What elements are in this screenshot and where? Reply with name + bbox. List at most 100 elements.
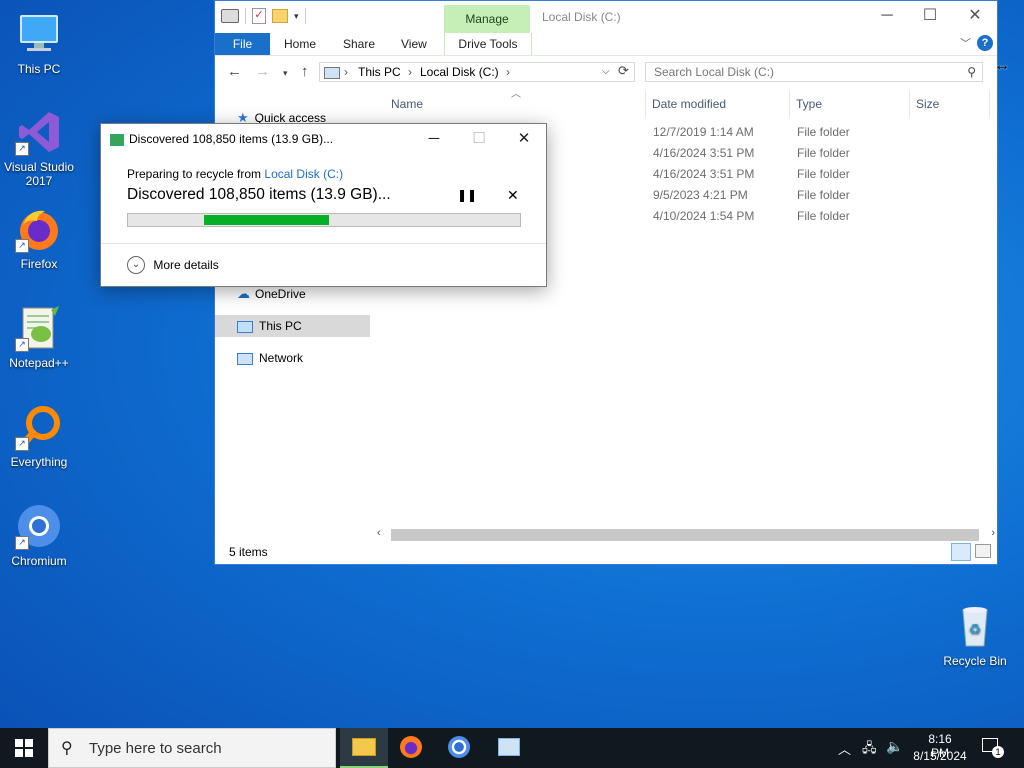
quick-access-toolbar: ✓ ▾ <box>221 8 306 24</box>
this-pc-small-icon <box>324 67 340 79</box>
desktop-icon-everything[interactable]: ↗ Everything <box>1 403 77 469</box>
row-date: 9/5/2023 4:21 PM <box>653 188 748 202</box>
taskbar-chromium[interactable] <box>436 728 484 768</box>
desktop-icon-recycle-bin[interactable]: ♻ Recycle Bin <box>937 602 1013 668</box>
large-icons-view-icon[interactable] <box>975 544 991 558</box>
new-folder-icon[interactable] <box>272 9 288 23</box>
tab-share[interactable]: Share <box>343 33 375 55</box>
details-view-icon[interactable] <box>951 543 971 561</box>
network-status-icon[interactable]: 🖧 <box>862 739 877 761</box>
row-type: File folder <box>797 125 850 139</box>
chevron-down-circle-icon: ⌄ <box>127 256 145 274</box>
tab-view[interactable]: View <box>401 33 427 55</box>
address-history-chevron-icon[interactable]: ⌵ <box>602 63 610 81</box>
taskbar-control-panel[interactable] <box>484 728 532 768</box>
row-type: File folder <box>797 209 850 223</box>
clock-date[interactable]: 8/15/2024 <box>912 749 968 763</box>
pause-button[interactable]: ❚❚ <box>457 188 477 202</box>
column-divider[interactable] <box>789 91 790 117</box>
cloud-icon: ☁ <box>237 286 250 301</box>
shortcut-arrow-icon: ↗ <box>15 239 29 253</box>
everything-search-icon: ↗ <box>15 403 63 451</box>
progress-fill <box>204 215 329 225</box>
source-link[interactable]: Local Disk (C:) <box>264 167 343 181</box>
maximize-button[interactable]: ☐ <box>907 1 953 31</box>
start-button[interactable] <box>0 728 48 768</box>
notepad-plus-plus-icon: ↗ <box>15 304 63 352</box>
address-bar[interactable]: › This PC › Local Disk (C:) › ⌵ ⟳ <box>319 62 635 82</box>
taskbar-search-box[interactable]: ⚲ Type here to search <box>48 728 336 768</box>
taskbar-file-explorer[interactable] <box>340 728 388 768</box>
desktop-icon-label: Recycle Bin <box>943 654 1007 668</box>
separator <box>304 8 306 24</box>
recycle-progress-dialog[interactable]: Discovered 108,850 items (13.9 GB)... ─ … <box>100 123 547 287</box>
scroll-left-arrow-icon[interactable]: ‹ <box>377 527 381 539</box>
resize-cursor-icon: ↔ <box>994 57 1010 74</box>
column-divider[interactable] <box>909 91 910 117</box>
breadcrumb-separator-icon: › <box>344 65 348 79</box>
column-divider[interactable] <box>989 91 990 117</box>
nav-item-this-pc[interactable]: This PC <box>215 315 370 337</box>
cancel-button[interactable]: ✕ <box>507 187 519 204</box>
windows-logo-icon <box>15 739 33 757</box>
desktop-icon-visual-studio[interactable]: ↗ Visual Studio 2017 <box>1 108 77 188</box>
forward-arrow-icon[interactable]: → <box>255 63 270 80</box>
help-icon[interactable]: ? <box>977 35 993 51</box>
scroll-right-arrow-icon[interactable]: › <box>991 527 995 539</box>
taskbar-firefox[interactable] <box>388 728 436 768</box>
desktop-icon-label: Firefox <box>20 257 58 271</box>
breadcrumb-separator-icon: › <box>408 65 412 79</box>
properties-check-icon[interactable]: ✓ <box>252 8 266 24</box>
row-type: File folder <box>797 188 850 202</box>
volume-muted-icon[interactable]: 🔈 <box>886 738 903 755</box>
dialog-minimize-button[interactable]: ─ <box>412 126 456 152</box>
column-header-name[interactable]: Name <box>391 97 423 111</box>
desktop-icon-label: Everything <box>10 455 68 469</box>
show-hidden-icons-chevron-icon[interactable]: ︿ <box>838 739 851 758</box>
customize-quick-access-icon[interactable]: ▾ <box>294 11 299 22</box>
tab-home[interactable]: Home <box>284 33 316 55</box>
preparing-text: Preparing to recycle from <box>127 167 265 181</box>
refresh-icon[interactable]: ⟳ <box>618 62 629 80</box>
tab-drive-tools[interactable]: Drive Tools <box>444 33 532 55</box>
column-header-size[interactable]: Size <box>916 97 939 111</box>
control-panel-icon <box>498 738 520 756</box>
manage-contextual-tab[interactable]: Manage <box>444 5 530 33</box>
title-bar[interactable]: ✓ ▾ Manage Local Disk (C:) ─ ☐ ✕ <box>215 1 997 33</box>
expand-ribbon-chevron-icon[interactable]: ﹀ <box>960 35 971 51</box>
action-center-button[interactable]: 1 <box>980 736 1004 760</box>
desktop-icon-notepad-plus-plus[interactable]: ↗ Notepad++ <box>1 304 77 370</box>
notification-count-badge: 1 <box>992 746 1004 758</box>
back-arrow-icon[interactable]: ← <box>227 63 242 80</box>
nav-item-network[interactable]: Network <box>237 347 303 369</box>
breadcrumb-this-pc[interactable]: This PC <box>358 63 401 81</box>
desktop-icon-this-pc[interactable]: This PC <box>1 10 77 76</box>
recent-locations-chevron-icon[interactable]: ▾ <box>283 68 288 79</box>
firefox-icon: ↗ <box>15 205 63 253</box>
column-header-type[interactable]: Type <box>796 97 822 111</box>
taskbar-search-placeholder: Type here to search <box>89 740 222 757</box>
dialog-maximize-button[interactable]: ☐ <box>457 126 501 152</box>
minimize-button[interactable]: ─ <box>864 1 910 31</box>
desktop-icon-firefox[interactable]: ↗ Firefox <box>1 205 77 271</box>
drive-icon <box>221 9 239 23</box>
window-title: Local Disk (C:) <box>542 10 621 24</box>
navigation-bar: ← → ▾ ↑ › This PC › Local Disk (C:) › ⌵ … <box>215 59 997 87</box>
more-details-label: More details <box>153 258 219 272</box>
ribbon-tabs: File Home Share View Drive Tools <box>215 33 997 56</box>
up-arrow-icon[interactable]: ↑ <box>301 63 309 80</box>
column-header-date-modified[interactable]: Date modified <box>652 97 726 111</box>
close-button[interactable]: ✕ <box>952 1 998 31</box>
desktop-icon-chromium[interactable]: ↗ Chromium <box>1 502 77 568</box>
tab-file[interactable]: File <box>215 33 270 55</box>
shortcut-arrow-icon: ↗ <box>15 536 29 550</box>
dialog-title: Discovered 108,850 items (13.9 GB)... <box>129 132 334 146</box>
search-icon: ⚲ <box>967 65 976 79</box>
dialog-close-button[interactable]: ✕ <box>502 126 546 152</box>
column-divider[interactable] <box>645 91 646 117</box>
search-input[interactable]: Search Local Disk (C:) ⚲ <box>645 62 983 82</box>
firefox-icon <box>400 736 422 758</box>
more-details-toggle[interactable]: ⌄ More details <box>127 256 219 274</box>
breadcrumb-local-disk[interactable]: Local Disk (C:) <box>420 63 499 81</box>
desktop-icon-label: This PC <box>17 62 61 76</box>
